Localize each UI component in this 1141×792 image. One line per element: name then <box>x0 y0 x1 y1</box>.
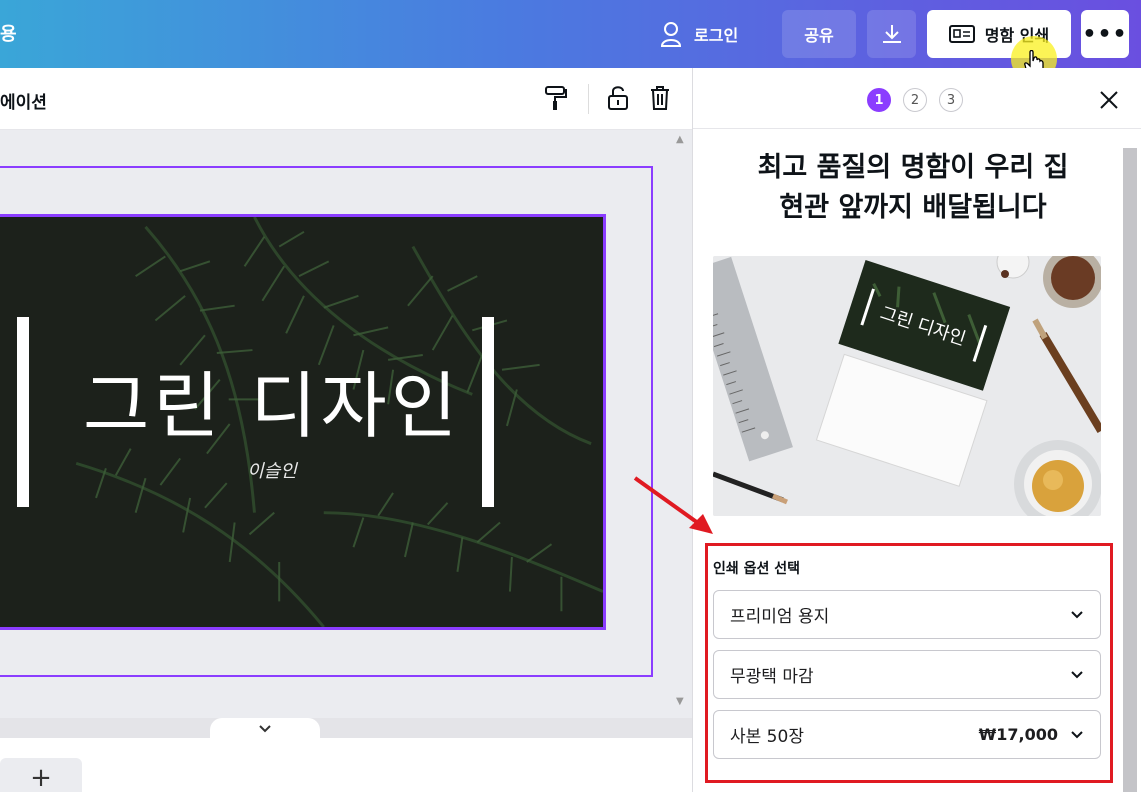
step-indicator: 1 2 3 <box>867 88 963 112</box>
canvas-horizontal-scrollbar[interactable] <box>0 718 692 738</box>
editor-toolbar: 에이션 <box>0 68 692 130</box>
toolbar-label-cut[interactable]: 에이션 <box>0 88 47 113</box>
unlock-icon <box>608 86 628 110</box>
download-icon <box>882 25 901 43</box>
paint-roller-icon <box>545 86 567 110</box>
pages-toggle[interactable] <box>210 718 320 740</box>
more-options-button[interactable]: ••• <box>1081 10 1129 58</box>
toolbar-divider <box>588 84 589 114</box>
plus-icon: + <box>30 763 52 792</box>
chevron-down-icon <box>259 725 271 733</box>
page-strip <box>0 738 692 792</box>
canvas-vertical-scrollbar[interactable]: ▲ ▼ <box>670 130 692 720</box>
design-canvas: 그린 디자인 이슬인 ▲ ▼ + <box>0 130 692 792</box>
login-button[interactable]: 로그인 <box>660 16 738 52</box>
unlock-button[interactable] <box>604 84 632 112</box>
step-3[interactable]: 3 <box>939 88 963 112</box>
trash-icon <box>651 86 669 110</box>
menu-label-cut[interactable]: 용 <box>0 20 17 46</box>
top-bar: 용 로그인 공유 명함 인쇄 ••• <box>0 0 1141 68</box>
step-1[interactable]: 1 <box>867 88 891 112</box>
panel-heading-line2: 현관 앞까지 배달됩니다 <box>779 192 1047 223</box>
paint-roller-button[interactable] <box>542 84 570 112</box>
step-2[interactable]: 2 <box>903 88 927 112</box>
panel-scrollbar[interactable] <box>1123 148 1137 792</box>
annotation-arrow-icon <box>633 476 713 534</box>
download-button[interactable] <box>867 10 916 58</box>
business-card-design[interactable]: 그린 디자인 이슬인 <box>0 214 606 630</box>
share-button[interactable]: 공유 <box>782 10 856 58</box>
panel-heading: 최고 품질의 명함이 우리 집 현관 앞까지 배달됩니다 <box>713 148 1113 228</box>
card-subtitle-text[interactable]: 이슬인 <box>37 457 507 483</box>
product-photo-image: 그린 디자인 <box>713 256 1101 516</box>
panel-divider <box>693 128 1141 129</box>
scroll-down-arrow-icon[interactable]: ▼ <box>676 696 684 707</box>
highlight-box <box>705 543 1113 783</box>
login-label: 로그인 <box>694 26 739 45</box>
card-left-bar <box>17 317 29 507</box>
panel-heading-line1: 최고 품질의 명함이 우리 집 <box>757 152 1069 183</box>
delete-button[interactable] <box>646 84 674 112</box>
card-title-text[interactable]: 그린 디자인 <box>37 347 507 452</box>
scroll-up-arrow-icon[interactable]: ▲ <box>676 134 684 145</box>
business-card-icon <box>948 25 975 43</box>
user-icon <box>660 22 682 47</box>
close-icon[interactable] <box>1097 88 1121 112</box>
add-page-button[interactable]: + <box>0 758 82 792</box>
product-photo: 그린 디자인 <box>713 256 1101 516</box>
